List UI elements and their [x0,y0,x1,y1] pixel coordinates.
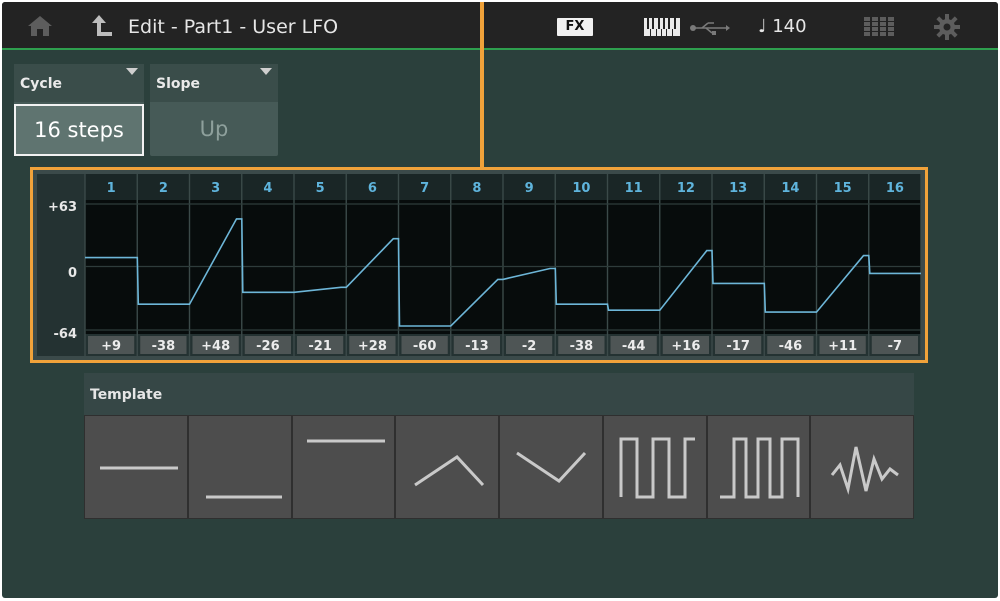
template-square-button[interactable] [602,415,707,519]
home-button[interactable] [12,2,68,50]
settings-button[interactable] [934,14,960,40]
grid-button[interactable] [864,17,894,37]
step-number: 8 [472,181,481,196]
step-number: 3 [211,181,220,196]
template-buttons [84,415,914,521]
usb-icon [690,20,730,35]
step-number: 6 [368,181,377,196]
step-value-label: -44 [622,339,646,354]
lfo-step-editor: +63 0 -64 1 +9 2 -38 3 +48 4 -26 5 -21 6 +28 7 -60 8 -1… [30,167,928,363]
step-number: 15 [834,181,852,196]
square-wave-icon [619,437,695,499]
page-title: Edit - Part1 - User LFO [128,16,339,38]
step-value-label: -7 [888,339,902,354]
step-value-label: -46 [779,339,803,354]
step-number: 2 [159,181,168,196]
cycle-label: Cycle [20,76,62,92]
flat-mid-icon [99,466,178,470]
step-value-label: +16 [671,339,700,354]
valley-icon [516,451,586,483]
template-label: Template [90,387,163,403]
flat-high-icon [307,439,386,443]
step-number: 14 [781,181,799,196]
step-value-label: -2 [522,339,536,354]
step-number: 13 [729,181,747,196]
slope-selector[interactable]: Slope Up [150,64,278,156]
step-value-label: +28 [358,339,387,354]
step-value-label: -13 [465,339,489,354]
step-value-label: -21 [308,339,332,354]
step-number: 5 [316,181,325,196]
template-random-button[interactable] [810,415,914,519]
template-low-line-button[interactable] [187,415,292,519]
slope-label: Slope [156,76,201,92]
slope-selector-header: Slope [150,64,278,102]
step-number: 12 [677,181,695,196]
peak-icon [414,455,485,487]
step-number: 16 [886,181,904,196]
template-mid-line-button[interactable] [84,415,188,519]
chevron-down-icon [260,68,272,75]
flat-low-icon [205,495,282,499]
back-button[interactable] [80,2,124,50]
step-value-label: +11 [828,339,857,354]
back-arrow-icon [92,15,112,36]
step-number: 4 [263,181,272,196]
step-value-label: +9 [101,339,121,354]
step-number: 9 [525,181,534,196]
step-value-label: -38 [152,339,176,354]
step-number: 10 [572,181,590,196]
template-valley-button[interactable] [499,415,603,519]
template-high-line-button[interactable] [291,415,396,519]
template-peak-button[interactable] [395,415,499,519]
square-wave-alt-icon [720,437,800,499]
callout-pointer-line [480,2,484,167]
grid-icon [864,17,894,36]
step-value-label: -38 [570,339,594,354]
cycle-value[interactable]: 16 steps [14,104,144,156]
template-header: Template [84,373,914,415]
random-wave-icon [830,446,900,495]
tempo-display[interactable]: ♩ 140 [758,2,807,50]
step-value-label: -17 [726,339,750,354]
screen: Edit - Part1 - User LFO FX ♩ 140 Cycle 1… [2,2,998,598]
template-square-alt-button[interactable] [706,415,811,519]
chevron-down-icon [126,68,138,75]
step-value-label: -26 [256,339,280,354]
fx-button[interactable]: FX [557,18,593,36]
step-number: 1 [107,181,116,196]
step-value-label: -60 [413,339,437,354]
step-number: 7 [420,181,429,196]
slope-value[interactable]: Up [150,104,278,154]
home-icon [28,16,52,36]
cycle-selector-header: Cycle [14,64,144,102]
step-value-label: +48 [201,339,230,354]
template-panel: Template [84,373,914,521]
keyboard-icon [644,18,680,36]
cycle-selector[interactable]: Cycle 16 steps [14,64,144,156]
lfo-step-editor-inner: +63 0 -64 1 +9 2 -38 3 +48 4 -26 5 -21 6 +28 7 -60 8 -1… [37,174,921,356]
gear-icon [934,14,960,40]
step-number: 11 [625,181,643,196]
top-bar: Edit - Part1 - User LFO FX ♩ 140 [2,2,998,50]
lfo-wave-chart[interactable]: 1 +9 2 -38 3 +48 4 -26 5 -21 6 +28 7 -60 8 -13 9 -2 10 -38 1… [37,174,921,356]
